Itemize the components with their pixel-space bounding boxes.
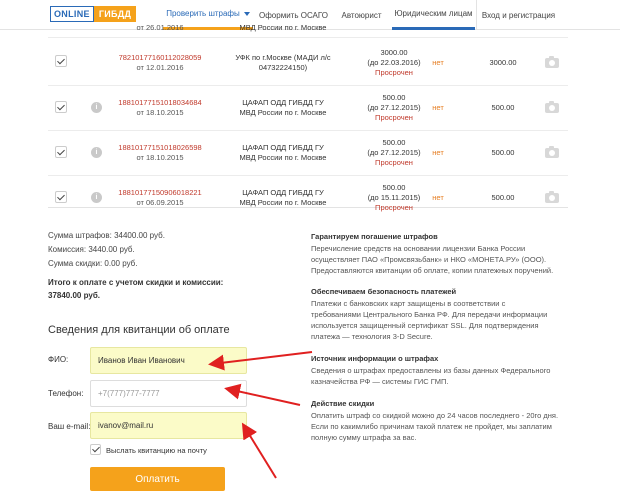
info-text-discount: Оплатить штраф со скидкой можно до 24 ча…: [311, 411, 559, 442]
arrow-to-email-field: [241, 422, 277, 479]
total-value: 37840.00 руб.: [48, 291, 100, 300]
camera-icon[interactable]: [545, 191, 559, 203]
camera-icon[interactable]: [545, 146, 559, 158]
info-text-guarantee: Перечисление средств на основании лиценз…: [311, 244, 554, 275]
info-icon[interactable]: i: [91, 147, 102, 158]
send-receipt-checkbox[interactable]: [90, 444, 101, 455]
info-icon[interactable]: i: [91, 102, 102, 113]
table-row: от 26.01.2016 МВД России по г. Москве: [48, 3, 568, 38]
fines-sum: Сумма штрафов: 34400.00 руб.: [48, 231, 165, 240]
fine-select-checkbox[interactable]: [55, 146, 67, 158]
total-label: Итого к оплате с учетом скидки и комисси…: [48, 278, 224, 287]
fine-select-checkbox[interactable]: [55, 101, 67, 113]
fine-discount: нет: [432, 58, 444, 67]
fine-select-checkbox[interactable]: [55, 191, 67, 203]
fine-total: 500.00: [491, 193, 515, 202]
fine-issuer: ЦАФАП ОДД ГИБДД ГУ МВД России по г. Москв…: [239, 143, 327, 162]
fine-issuer: ЦАФАП ОДД ГИБДД ГУ МВД России по г. Москв…: [239, 188, 327, 207]
info-title-source: Источник информации о штрафах: [311, 354, 439, 363]
fines-table: от 26.01.2016 МВД России по г. Москве 78…: [48, 23, 568, 212]
discount-sum: Сумма скидки: 0.00 руб.: [48, 259, 138, 268]
fine-issuer: МВД России по г. Москве: [239, 23, 327, 32]
fine-select-checkbox[interactable]: [55, 55, 67, 67]
fine-discount: нет: [432, 193, 444, 202]
commission: Комиссия: 3440.00 руб.: [48, 245, 135, 254]
fine-issuer: УФК по г.Москве (МАДИ л/с 04732224150): [235, 53, 331, 72]
fine-uin[interactable]: 18810177151018034684 от 18.10.2015: [110, 98, 210, 118]
receipt-form-title: Сведения для квитанции об оплате: [48, 324, 230, 336]
name-label: ФИО:: [48, 355, 69, 364]
fine-uin[interactable]: 18810177151018026598 от 18.10.2015: [110, 143, 210, 163]
info-text-source: Сведения о штрафах предоставлены из базы…: [311, 366, 551, 386]
fine-uin[interactable]: 18810177150906018221 от 06.09.2015: [110, 188, 210, 208]
status-badge: Просрочен: [375, 113, 413, 122]
status-badge: Просрочен: [375, 158, 413, 167]
table-row: i 18810177151018034684 от 18.10.2015 ЦАФА…: [48, 86, 568, 131]
phone-field[interactable]: +7(777)777-7777: [90, 380, 247, 407]
email-label: Ваш e-mail:: [48, 422, 91, 431]
status-badge: Просрочен: [375, 203, 413, 212]
info-title-security: Обеспечиваем безопасность платежей: [311, 287, 457, 296]
fine-date: от 26.01.2016: [136, 23, 184, 32]
info-text-security: Платежи с банковских карт защищены в соо…: [311, 299, 548, 341]
fine-total: 3000.00: [489, 58, 517, 67]
info-title-guarantee: Гарантируем погашение штрафов: [311, 232, 438, 241]
table-row: i 18810177151018026598 от 18.10.2015 ЦАФА…: [48, 131, 568, 176]
send-receipt-label: Выслать квитанцию на почту: [106, 446, 207, 455]
fine-total: 500.00: [491, 103, 515, 112]
camera-icon[interactable]: [545, 56, 559, 68]
fine-discount: нет: [432, 148, 444, 157]
email-field[interactable]: ivanov@mail.ru: [90, 412, 247, 439]
fine-total: 500.00: [491, 148, 515, 157]
phone-label: Телефон:: [48, 389, 84, 398]
fine-discount: нет: [432, 103, 444, 112]
name-field[interactable]: Иванов Иван Иванович: [90, 347, 247, 374]
info-icon[interactable]: i: [91, 192, 102, 203]
fine-uin[interactable]: 78210177160112028059 от 12.01.2016: [110, 53, 210, 73]
status-badge: Просрочен: [375, 68, 413, 77]
fine-issuer: ЦАФАП ОДД ГИБДД ГУ МВД России по г. Москв…: [239, 98, 327, 117]
camera-icon[interactable]: [545, 101, 559, 113]
table-row: i 18810177150906018221 от 06.09.2015 ЦАФА…: [48, 176, 568, 221]
table-row: 78210177160112028059 от 12.01.2016 УФК п…: [48, 38, 568, 86]
pay-button[interactable]: Оплатить: [90, 467, 225, 491]
info-title-discount: Действие скидки: [311, 399, 375, 408]
